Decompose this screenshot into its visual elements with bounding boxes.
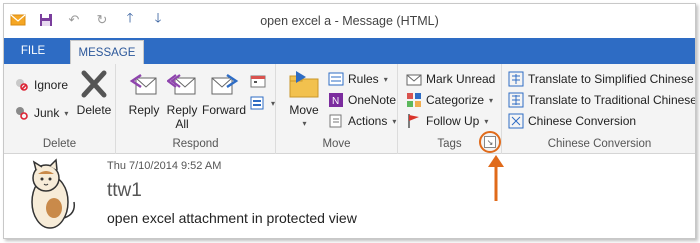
reply-button[interactable]: Reply (124, 68, 164, 117)
traditional-chinese-icon (508, 92, 524, 108)
actions-button[interactable]: Actions ▾ (328, 112, 396, 130)
onenote-icon: N (328, 92, 344, 108)
chevron-down-icon: ▾ (271, 98, 276, 108)
group-label-move: Move (322, 138, 351, 150)
group-label-respond: Respond (172, 138, 219, 150)
mark-unread-icon (406, 71, 422, 87)
reply-all-icon (166, 68, 198, 100)
window-title: open excel a - Message (HTML) (260, 14, 439, 28)
simplified-chinese-icon (508, 71, 524, 87)
chevron-down-icon: ▾ (489, 95, 494, 105)
tags-group: Mark Unread Categorize ▾ Follow Up ▾ Tag… (398, 64, 502, 154)
forward-icon (208, 68, 240, 100)
reply-all-button[interactable]: Reply All (164, 68, 200, 131)
reply-icon (128, 68, 160, 100)
meeting-reply-button[interactable] (250, 72, 266, 90)
message-date: Thu 7/10/2014 9:52 AM (107, 160, 222, 172)
junk-icon (14, 105, 30, 121)
group-label-chinese-conversion: Chinese Conversion (547, 138, 652, 150)
chevron-down-icon: ▾ (392, 116, 397, 126)
actions-icon (328, 113, 344, 129)
svg-text:N: N (332, 96, 339, 107)
chevron-down-icon: ▾ (64, 108, 69, 118)
tab-file[interactable]: FILE (4, 38, 62, 64)
categorize-icon (406, 92, 422, 108)
ribbon: Ignore Junk ▾ Delete Delete Reply Reply … (4, 64, 695, 154)
onenote-button[interactable]: N OneNote (328, 91, 396, 109)
message-header: Thu 7/10/2014 9:52 AM ttw1 open excel at… (4, 154, 695, 238)
move-button[interactable]: Move ▾ (286, 68, 322, 131)
translate-simplified-button[interactable]: Translate to Simplified Chinese (508, 70, 694, 88)
more-respond-icon (250, 95, 266, 111)
annotation-arrow-icon (488, 155, 504, 201)
chevron-down-icon: ▾ (484, 116, 489, 126)
delete-button[interactable]: Delete (74, 68, 114, 117)
junk-button[interactable]: Junk ▾ (14, 104, 68, 122)
chinese-conversion-icon (508, 113, 524, 129)
chevron-down-icon: ▾ (383, 74, 388, 84)
chevron-down-icon: ▾ (302, 119, 307, 128)
respond-group: Reply Reply All Forward ▾ Respond (116, 64, 276, 154)
ignore-button[interactable]: Ignore (14, 76, 68, 94)
forward-button[interactable]: Forward (202, 68, 246, 117)
chinese-conversion-group: Translate to Simplified Chinese Translat… (502, 64, 695, 154)
ribbon-tabs: FILE MESSAGE (4, 38, 695, 64)
follow-up-button[interactable]: Follow Up ▾ (406, 112, 488, 130)
flag-icon (406, 113, 422, 129)
rules-icon (328, 71, 344, 87)
highlight-circle (479, 131, 501, 153)
rules-button[interactable]: Rules ▾ (328, 70, 388, 88)
delete-x-icon (78, 68, 110, 100)
outlook-message-window: ↶ ↻ 🡑 🡓 open excel a - Message (HTML) FI… (3, 3, 696, 239)
meeting-icon (250, 73, 266, 89)
title-bar: ↶ ↻ 🡑 🡓 open excel a - Message (HTML) (4, 4, 695, 38)
avatar (24, 158, 80, 236)
group-label-delete: Delete (42, 138, 77, 150)
translate-traditional-button[interactable]: Translate to Traditional Chinese (508, 91, 695, 109)
mark-unread-button[interactable]: Mark Unread (406, 70, 495, 88)
sender-name: ttw1 (107, 180, 142, 201)
ignore-icon (14, 77, 30, 93)
tab-message[interactable]: MESSAGE (70, 40, 144, 64)
message-subject: open excel attachment in protected view (107, 210, 357, 226)
more-respond-button[interactable]: ▾ (250, 94, 275, 112)
delete-group: Ignore Junk ▾ Delete Delete (4, 64, 116, 154)
move-folder-icon (288, 68, 320, 100)
chinese-conversion-button[interactable]: Chinese Conversion (508, 112, 636, 130)
move-group: Move ▾ Rules ▾ N OneNote Actions ▾ Move (276, 64, 398, 154)
categorize-button[interactable]: Categorize ▾ (406, 91, 493, 109)
